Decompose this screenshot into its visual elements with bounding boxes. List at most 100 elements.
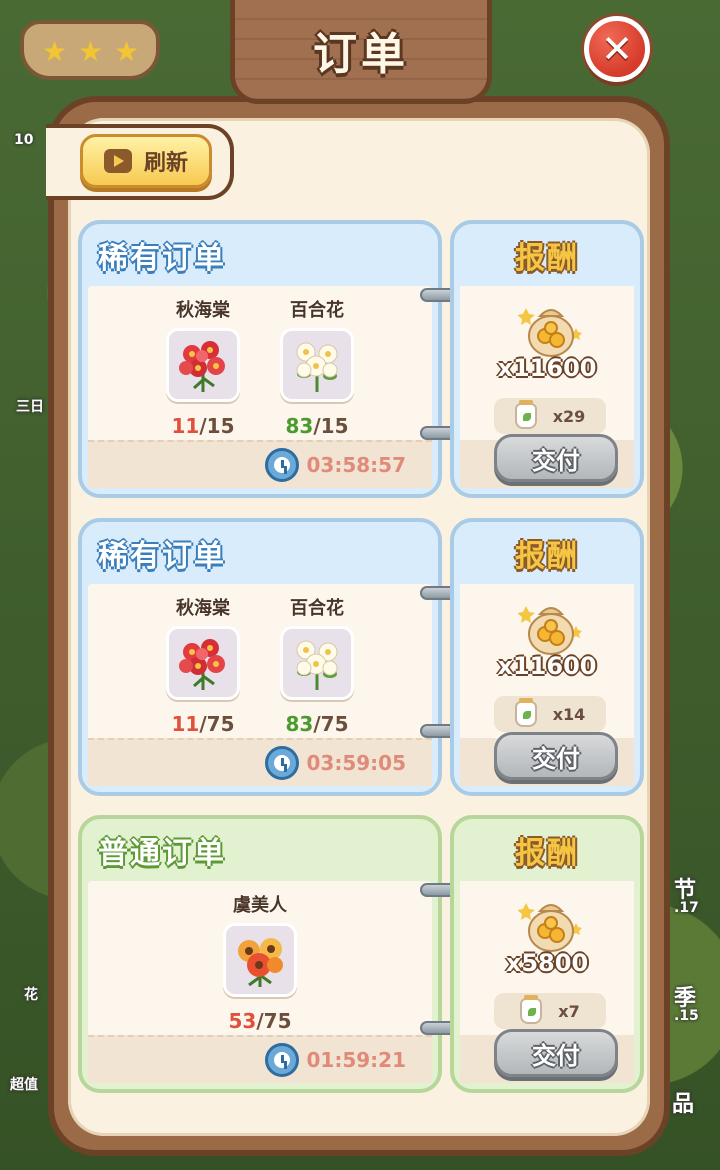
timer-text: 03:59:05 [306, 751, 407, 775]
flower-name: 秋海棠 [176, 300, 230, 321]
deliver-label: 交付 [532, 446, 580, 475]
flower-need: /75 [199, 712, 235, 736]
order-details: 稀有订单 秋海棠 11/15 百合花 83/15 03:58:57 [78, 220, 442, 498]
flower-tile[interactable] [223, 923, 297, 997]
order-body: 虞美人 53/75 01:59:21 [88, 881, 432, 1083]
clock-icon [264, 448, 299, 482]
order-header: 稀有订单 [82, 224, 438, 286]
flower-tile[interactable] [166, 328, 240, 402]
flower-name: 百合花 [290, 300, 344, 321]
order-card: 稀有订单 秋海棠 11/15 百合花 83/15 03:58:57 报酬 x11… [78, 220, 644, 498]
order-header: 普通订单 [82, 819, 438, 881]
deliver-button[interactable]: 交付 [494, 434, 618, 482]
order-body: 秋海棠 11/75 百合花 83/75 03:59:05 [88, 584, 432, 786]
seed-reward: x7 [494, 993, 606, 1029]
deliver-button[interactable]: 交付 [494, 732, 618, 780]
flower-list: 虞美人 53/75 [88, 891, 432, 1033]
bg-right-label-3: 品 [672, 1092, 695, 1117]
flower-name: 虞美人 [233, 895, 287, 916]
flower-list: 秋海棠 11/15 百合花 83/15 [88, 296, 432, 438]
order-details: 普通订单 虞美人 53/75 01:59:21 [78, 815, 442, 1093]
background-hut: ★ ★ ★ [20, 20, 160, 80]
seed-jar-icon [514, 400, 537, 429]
flower-tile[interactable] [280, 328, 354, 402]
poppy-flower-icon [238, 938, 283, 987]
seed-jar-icon [520, 995, 543, 1024]
flower-tile[interactable] [166, 626, 240, 700]
reward-body: x11600 x29 交付 [460, 286, 634, 488]
lily-flower-icon [296, 640, 338, 690]
title-tab: 订单 [230, 0, 492, 104]
deliver-label: 交付 [532, 1041, 580, 1070]
bg-left-label-1: 三日 [16, 399, 44, 415]
order-type-label: 普通订单 [98, 836, 226, 871]
order-footer: 01:59:21 [88, 1035, 432, 1083]
reward-title: 报酬 [515, 539, 579, 574]
lily-flower-icon [296, 342, 338, 392]
order-card: 稀有订单 秋海棠 11/75 百合花 83/75 03:59:05 报酬 x11… [78, 518, 644, 796]
flower-tile[interactable] [280, 626, 354, 700]
flower-have: 53 [228, 1009, 257, 1033]
reward-title: 报酬 [515, 241, 579, 276]
coin-bag-icon [518, 308, 582, 357]
order-details: 稀有订单 秋海棠 11/75 百合花 83/75 03:59:05 [78, 518, 442, 796]
reward-body: x11600 x14 交付 [460, 584, 634, 786]
video-ad-icon [103, 149, 132, 173]
flower-count: 53/75 [229, 1009, 292, 1033]
star-icon: ★ [42, 35, 68, 68]
order-timer: 03:58:57 [264, 448, 407, 482]
deliver-button[interactable]: 交付 [494, 1029, 618, 1077]
flower-item: 秋海棠 11/75 [165, 594, 241, 736]
order-timer: 01:59:21 [264, 1043, 407, 1077]
flower-count: 11/15 [172, 414, 235, 438]
clock-icon [264, 1043, 299, 1077]
refresh-label: 刷新 [143, 151, 188, 176]
bg-shop-label: 超值 [10, 1077, 38, 1093]
page-title: 订单 [313, 28, 409, 80]
flower-count: 83/15 [286, 414, 349, 438]
seed-reward-count: x7 [558, 1001, 580, 1021]
bg-right-label-2-num: .15 [674, 1008, 699, 1024]
seed-jar-icon [514, 698, 537, 727]
order-type-label: 稀有订单 [98, 539, 226, 574]
flower-name: 秋海棠 [176, 598, 230, 619]
flower-item: 虞美人 53/75 [222, 891, 298, 1033]
reward-card: 报酬 x11600 x14 交付 [450, 518, 644, 796]
seed-reward-count: x14 [552, 704, 586, 724]
seed-reward: x14 [494, 696, 606, 732]
order-timer: 03:59:05 [264, 746, 407, 780]
coin-reward-amount: x5800 [505, 949, 589, 977]
timer-text: 03:58:57 [306, 453, 407, 477]
flower-name: 百合花 [290, 598, 344, 619]
reward-header: 报酬 [454, 224, 640, 286]
flower-count: 11/75 [172, 712, 235, 736]
order-footer: 03:58:57 [88, 440, 432, 488]
order-header: 稀有订单 [82, 522, 438, 584]
coin-reward-amount: x11600 [497, 354, 597, 382]
bg-left-label-2: 花 [24, 987, 38, 1003]
close-button[interactable]: ✕ [584, 16, 650, 82]
flower-count: 83/75 [286, 712, 349, 736]
flower-need: /15 [199, 414, 235, 438]
flower-item: 百合花 83/15 [279, 296, 355, 438]
order-body: 秋海棠 11/15 百合花 83/15 03:58:57 [88, 286, 432, 488]
timer-text: 01:59:21 [306, 1048, 407, 1072]
reward-card: 报酬 x11600 x29 交付 [450, 220, 644, 498]
order-footer: 03:59:05 [88, 738, 432, 786]
flower-have: 11 [171, 712, 200, 736]
deliver-label: 交付 [532, 744, 580, 773]
refresh-button[interactable]: 刷新 [80, 134, 212, 188]
reward-card: 报酬 x5800 x7 交付 [450, 815, 644, 1093]
clock-icon [264, 746, 299, 780]
flower-have: 83 [285, 414, 314, 438]
close-icon: ✕ [601, 27, 633, 71]
order-card: 普通订单 虞美人 53/75 01:59:21 报酬 x5800 x7 交付 [78, 815, 644, 1093]
star-icon: ★ [78, 35, 104, 68]
coin-bag-icon [518, 903, 582, 952]
reward-header: 报酬 [454, 522, 640, 584]
order-type-label: 稀有订单 [98, 241, 226, 276]
flower-need: /75 [256, 1009, 292, 1033]
seed-reward-count: x29 [552, 406, 586, 426]
begonia-flower-icon [179, 639, 225, 690]
reward-title: 报酬 [515, 836, 579, 871]
